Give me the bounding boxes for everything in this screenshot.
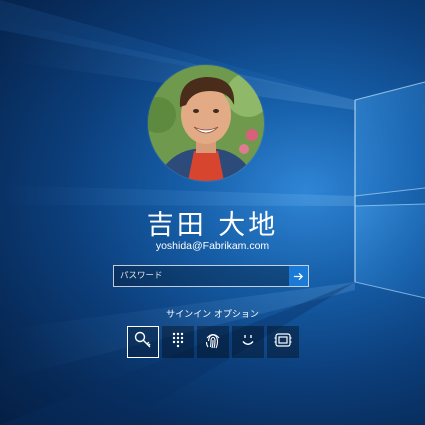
pin-keypad-icon bbox=[168, 330, 188, 354]
signin-option-pin[interactable] bbox=[162, 326, 194, 358]
user-avatar bbox=[148, 65, 264, 181]
arrow-right-icon bbox=[293, 267, 304, 286]
password-input[interactable] bbox=[114, 266, 290, 286]
submit-button[interactable] bbox=[289, 266, 308, 286]
signin-option-face[interactable] bbox=[232, 326, 264, 358]
signin-options-bar bbox=[127, 326, 299, 358]
signin-option-security-key[interactable] bbox=[267, 326, 299, 358]
fingerprint-icon bbox=[203, 330, 223, 354]
user-name: 吉田 大地 bbox=[146, 210, 279, 241]
security-key-icon bbox=[273, 330, 293, 354]
signin-options-label: サインイン オプション bbox=[166, 310, 259, 320]
signin-option-fingerprint[interactable] bbox=[197, 326, 229, 358]
face-icon bbox=[238, 330, 258, 354]
key-icon bbox=[133, 330, 153, 354]
password-box bbox=[113, 265, 309, 287]
user-email: yoshida@Fabrikam.com bbox=[155, 240, 270, 252]
signin-option-key[interactable] bbox=[127, 326, 159, 358]
lock-screen: 吉田 大地 yoshida@Fabrikam.com サインイン オプション bbox=[0, 0, 425, 425]
